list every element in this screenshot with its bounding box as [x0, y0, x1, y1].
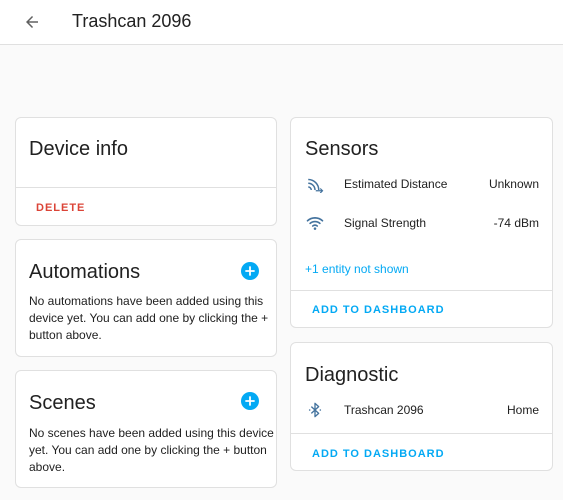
bluetooth-icon [305, 400, 325, 420]
back-button[interactable] [20, 10, 44, 34]
automations-empty-text: No automations have been added using thi… [29, 294, 269, 342]
card-divider [291, 290, 552, 291]
delete-button[interactable]: DELETE [36, 202, 85, 214]
device-info-card: Device info DELETE [15, 117, 277, 226]
sensors-card: Sensors Estimated Distance Unknown Signa… [290, 117, 553, 328]
scenes-title: Scenes [29, 392, 96, 414]
sensors-title: Sensors [305, 138, 379, 160]
add-automation-button[interactable] [241, 262, 259, 280]
entity-value: -74 dBm [493, 216, 539, 230]
entity-row[interactable]: Trashcan 2096 Home [291, 398, 552, 422]
automations-title: Automations [29, 261, 141, 283]
distance-icon [305, 174, 325, 194]
top-app-bar: Trashcan 2096 [0, 0, 563, 45]
arrow-left-icon [26, 16, 38, 28]
device-info-title: Device info [29, 138, 128, 160]
entity-name: Trashcan 2096 [344, 403, 424, 417]
automations-card: Automations No automations have been add… [15, 239, 277, 357]
entity-row[interactable]: Signal Strength -74 dBm [291, 211, 552, 235]
entity-row[interactable]: Estimated Distance Unknown [291, 172, 552, 196]
entity-value: Unknown [488, 177, 539, 191]
plus-icon [245, 266, 255, 276]
wifi-icon [305, 213, 325, 233]
scenes-card: Scenes No scenes have been added using t… [15, 370, 277, 488]
scenes-empty-text: No scenes have been added using this dev… [29, 426, 274, 474]
add-to-dashboard-button[interactable]: ADD TO DASHBOARD [312, 304, 445, 316]
add-scene-button[interactable] [241, 392, 259, 410]
card-divider [16, 187, 276, 188]
card-divider [291, 433, 552, 434]
diagnostic-card: Diagnostic Trashcan 2096 Home ADD TO DAS… [290, 342, 553, 471]
plus-icon [245, 396, 255, 406]
hidden-entities-link[interactable]: +1 entity not shown [305, 262, 409, 276]
entity-value: Home [506, 403, 539, 417]
diagnostic-title: Diagnostic [305, 364, 399, 386]
entity-name: Signal Strength [344, 216, 427, 230]
page-title: Trashcan 2096 [72, 11, 192, 31]
add-to-dashboard-button[interactable]: ADD TO DASHBOARD [312, 448, 445, 460]
entity-name: Estimated Distance [344, 177, 448, 191]
